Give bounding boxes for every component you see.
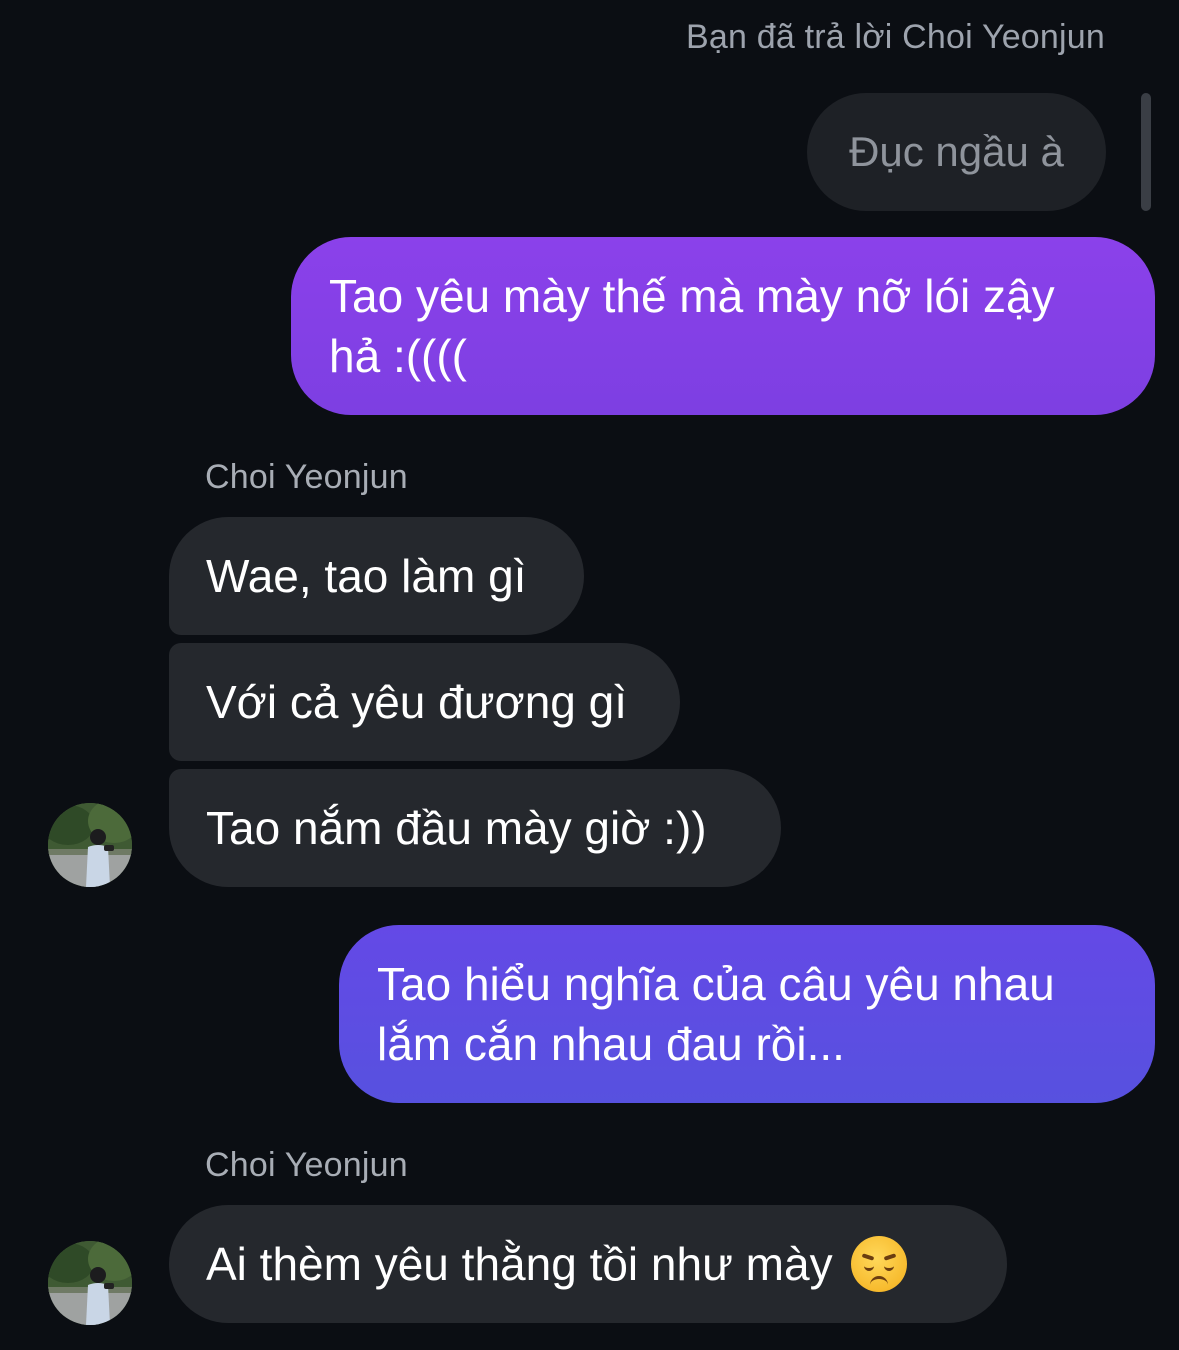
incoming-message-bubble[interactable]: Tao nắm đầu mày giờ :)) bbox=[169, 769, 781, 887]
incoming-message-text: Wae, tao làm gì bbox=[206, 550, 527, 602]
avatar-photo bbox=[48, 1241, 132, 1325]
avatar[interactable] bbox=[48, 803, 132, 887]
avatar[interactable] bbox=[48, 1241, 132, 1325]
sender-name: Choi Yeonjun bbox=[205, 1146, 408, 1184]
chat-screen: Bạn đã trả lời Choi Yeonjun Đục ngầu à T… bbox=[0, 0, 1179, 1350]
incoming-message-bubble[interactable]: Wae, tao làm gì bbox=[169, 517, 584, 635]
incoming-message-bubble[interactable]: Ai thèm yêu thằng tồi như mày bbox=[169, 1205, 1007, 1323]
reply-context-label: Bạn đã trả lời Choi Yeonjun bbox=[686, 18, 1105, 56]
incoming-message-text: Ai thèm yêu thằng tồi như mày bbox=[206, 1238, 833, 1290]
outgoing-message-text: Tao hiểu nghĩa của câu yêu nhau lắm cắn … bbox=[377, 958, 1055, 1070]
incoming-message-bubble[interactable]: Với cả yêu đương gì bbox=[169, 643, 680, 761]
disappointed-face-icon bbox=[850, 1236, 907, 1292]
quoted-message-text: Đục ngầu à bbox=[849, 128, 1064, 175]
outgoing-message-bubble[interactable]: Tao hiểu nghĩa của câu yêu nhau lắm cắn … bbox=[339, 925, 1155, 1103]
quoted-message-bubble[interactable]: Đục ngầu à bbox=[807, 93, 1106, 211]
sender-name: Choi Yeonjun bbox=[205, 458, 408, 496]
incoming-message-text: Tao nắm đầu mày giờ :)) bbox=[206, 802, 707, 854]
outgoing-message-text: Tao yêu mày thế mà mày nỡ lói zậy hả :((… bbox=[329, 270, 1055, 382]
avatar-photo bbox=[48, 803, 132, 887]
incoming-message-text: Với cả yêu đương gì bbox=[206, 676, 628, 728]
outgoing-message-bubble[interactable]: Tao yêu mày thế mà mày nỡ lói zậy hả :((… bbox=[291, 237, 1155, 415]
scrollbar[interactable] bbox=[1141, 93, 1151, 211]
